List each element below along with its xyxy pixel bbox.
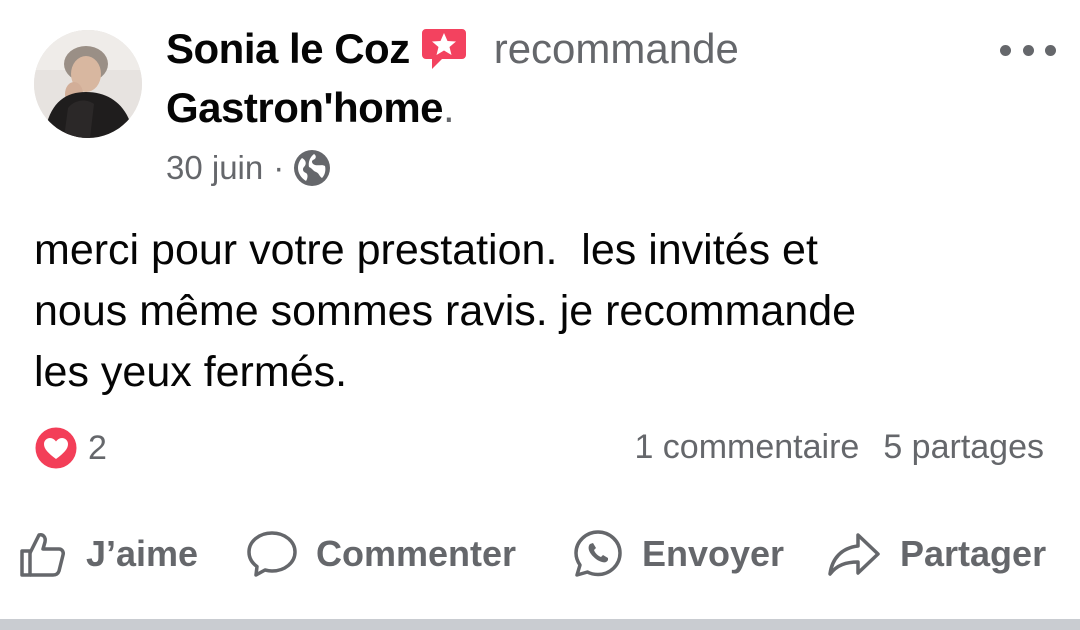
action-bar: J’aime Commenter Envoyer Partager [0, 524, 1080, 584]
recommend-badge-icon [420, 25, 468, 73]
more-dot [1000, 44, 1011, 56]
more-options-icon[interactable] [1000, 38, 1056, 62]
heart-reaction-icon [34, 426, 78, 470]
meta-separator: · [273, 149, 285, 186]
post-card: Sonia le Coz recommande Gastron'home. 30… [0, 0, 1080, 620]
recommend-action-text: recommande [493, 25, 739, 72]
thumbs-up-icon [16, 527, 70, 581]
post-date[interactable]: 30 juin [166, 149, 263, 187]
engagement-counts: 1 commentaire 5 partages [634, 428, 1044, 467]
globe-icon [292, 148, 332, 188]
comment-count[interactable]: 1 commentaire [634, 428, 859, 466]
post-meta: 30 juin · [166, 148, 332, 188]
post-text: merci pour votre prestation. les invités… [34, 226, 857, 396]
whatsapp-icon [570, 527, 626, 581]
post-header: Sonia le Coz recommande [166, 24, 739, 74]
share-count[interactable]: 5 partages [883, 428, 1044, 466]
more-dot [1022, 44, 1034, 56]
comment-label: Commenter [316, 533, 517, 574]
reaction-count: 2 [88, 428, 107, 467]
author-name[interactable]: Sonia le Coz [166, 25, 410, 73]
author-avatar[interactable] [34, 30, 142, 138]
recommended-page-name[interactable]: Gastron'home [166, 84, 444, 131]
header-period: . [443, 84, 455, 131]
share-button[interactable]: Partager [824, 524, 1046, 584]
like-button[interactable]: J’aime [16, 524, 198, 584]
comment-button[interactable]: Commenter [244, 524, 516, 584]
reactions-summary[interactable]: 2 [34, 426, 107, 470]
more-dot [1045, 44, 1056, 56]
like-label: J’aime [86, 533, 199, 574]
comment-bubble-icon [244, 527, 300, 581]
send-button[interactable]: Envoyer [570, 524, 784, 584]
card-divider [0, 619, 1080, 630]
send-label: Envoyer [642, 533, 785, 574]
recommended-page-line: Gastron'home. [166, 84, 455, 132]
share-label: Partager [900, 533, 1047, 574]
share-arrow-icon [824, 527, 884, 581]
